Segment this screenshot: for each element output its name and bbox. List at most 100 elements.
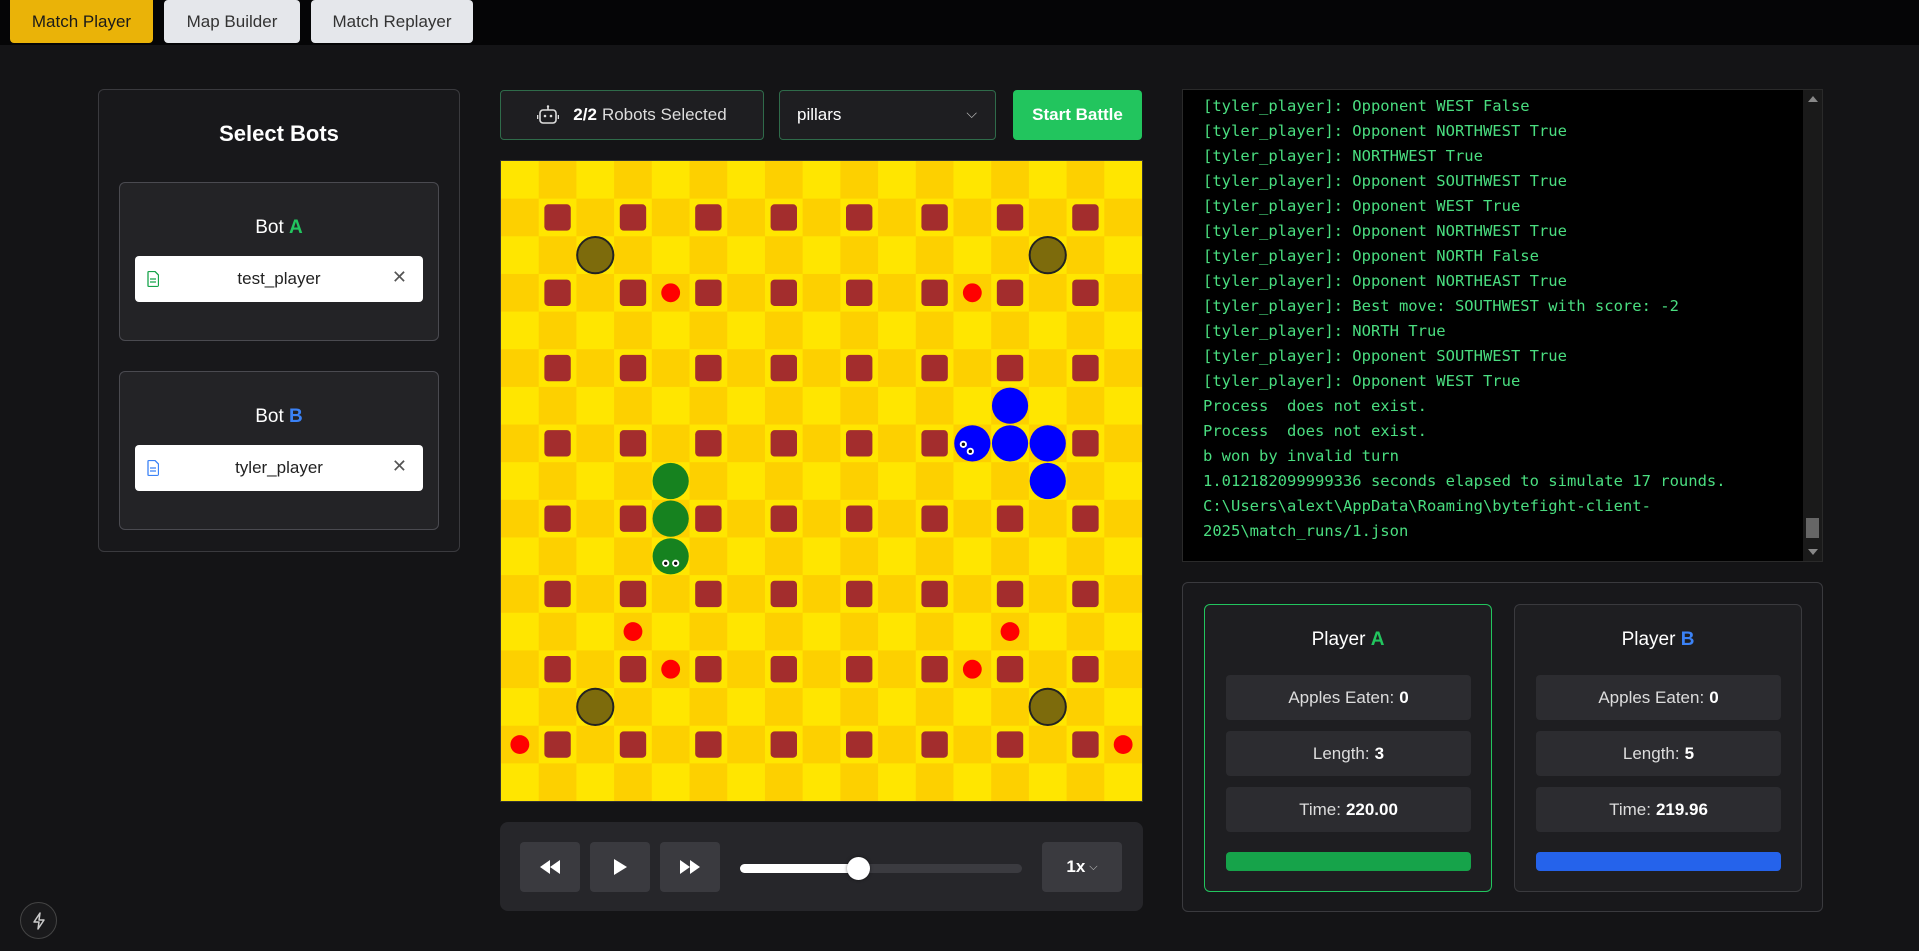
tab-match-replayer[interactable]: Match Replayer xyxy=(311,0,473,43)
board-tile xyxy=(614,236,653,275)
wall-block xyxy=(695,731,722,758)
close-icon[interactable]: ✕ xyxy=(392,267,407,288)
scrollbar-thumb[interactable] xyxy=(1806,518,1819,538)
board-tile xyxy=(953,311,992,350)
robots-count: 2/2 xyxy=(573,105,597,124)
board-tile xyxy=(727,499,766,538)
wall-block xyxy=(695,204,722,231)
play-button[interactable] xyxy=(590,842,650,892)
apple xyxy=(1113,735,1133,754)
board-tile xyxy=(840,537,879,576)
board-tile xyxy=(915,537,954,576)
slider-thumb[interactable] xyxy=(847,857,871,880)
slider-fill xyxy=(740,864,859,873)
console-line: C:\Users\alext\AppData\Roaming\bytefight… xyxy=(1203,497,1651,540)
speed-select[interactable]: 1x ⌵ xyxy=(1042,842,1122,892)
board-tile xyxy=(878,311,917,350)
board-tile xyxy=(501,763,540,801)
board-tile xyxy=(727,349,766,388)
bot-a-file-chip[interactable]: test_player ✕ xyxy=(135,256,423,302)
player-b-time-bar xyxy=(1536,852,1781,871)
board-tile xyxy=(501,273,540,313)
board-tile xyxy=(915,612,954,651)
board-tile xyxy=(878,575,917,614)
board-tile xyxy=(878,612,917,651)
rewind-button[interactable] xyxy=(520,842,580,892)
bot-b-file-chip[interactable]: tyler_player ✕ xyxy=(135,445,423,491)
board-tile xyxy=(727,688,766,727)
wall-block xyxy=(996,656,1024,683)
board-tile xyxy=(1066,161,1105,200)
start-battle-button[interactable]: Start Battle xyxy=(1013,90,1142,140)
chevron-down-icon: ⌵ xyxy=(1089,860,1098,873)
board-tile xyxy=(764,763,804,801)
board-tile xyxy=(764,462,804,501)
board-tile xyxy=(538,161,577,200)
tab-match-player[interactable]: Match Player xyxy=(10,0,153,43)
board-tile xyxy=(576,161,615,200)
board-tile xyxy=(501,424,540,463)
board-tile xyxy=(953,198,992,237)
board-tile xyxy=(501,537,540,576)
player-b-title: Player B xyxy=(1621,629,1695,650)
board-tile xyxy=(576,575,615,614)
board-tile xyxy=(614,537,653,576)
board-tile xyxy=(501,161,540,200)
scroll-up-icon[interactable] xyxy=(1808,96,1818,102)
playback-bar: 1x ⌵ xyxy=(500,822,1143,911)
board-tile xyxy=(878,424,917,463)
board-tile xyxy=(727,236,766,275)
playback-slider[interactable] xyxy=(740,857,1022,880)
board-tile xyxy=(576,273,615,313)
map-select[interactable]: pillars ⌵ xyxy=(779,90,996,140)
wall-block xyxy=(921,731,948,758)
board-tile xyxy=(878,198,917,237)
player-a-card: Player A Apples Eaten: 0 Length: 3 Time: 22… xyxy=(1204,604,1492,892)
wall-block xyxy=(846,731,873,758)
wall-block xyxy=(770,430,797,457)
board-tile xyxy=(878,236,917,275)
wall-block xyxy=(996,354,1024,382)
close-icon[interactable]: ✕ xyxy=(392,456,407,477)
board-tile xyxy=(538,688,577,727)
board-tile xyxy=(727,537,766,576)
rewind-icon xyxy=(540,860,560,874)
board-tile xyxy=(538,612,577,651)
robots-selected-button[interactable]: 2/2 Robots Selected xyxy=(500,90,764,140)
board-tile xyxy=(1104,311,1142,350)
snake-b-pupil xyxy=(968,449,973,454)
console-line: [tyler_player]: Opponent NORTHEAST True xyxy=(1203,272,1567,290)
wall-block xyxy=(921,204,948,231)
file-icon xyxy=(147,271,159,287)
board-tile xyxy=(727,612,766,651)
tab-map-builder[interactable]: Map Builder xyxy=(164,0,300,43)
wall-block xyxy=(619,656,647,683)
fast-forward-button[interactable] xyxy=(660,842,720,892)
board-tile xyxy=(1028,650,1068,689)
board-tile xyxy=(651,688,691,727)
wall-block xyxy=(619,505,647,532)
bolt-button[interactable] xyxy=(20,902,57,939)
wall-block xyxy=(846,354,873,382)
portal xyxy=(1028,236,1067,275)
console-scrollbar[interactable] xyxy=(1803,90,1822,561)
board-tile xyxy=(1066,462,1105,501)
board-tile xyxy=(1028,273,1068,313)
wall-block xyxy=(846,656,873,683)
wall-block xyxy=(921,430,948,457)
wall-block xyxy=(1072,430,1099,457)
board-tile xyxy=(878,650,917,689)
wall-block xyxy=(921,354,948,382)
board-tile xyxy=(802,688,841,727)
board-tile xyxy=(802,763,841,801)
board-tile xyxy=(878,161,917,200)
snake-b-body xyxy=(991,425,1029,462)
console-output[interactable]: [tyler_player]: Opponent WEST False [tyle… xyxy=(1182,89,1823,562)
wall-block xyxy=(695,505,722,532)
scroll-down-icon[interactable] xyxy=(1808,549,1818,555)
wall-block xyxy=(846,204,873,231)
wall-block xyxy=(770,279,797,306)
console-line: [tyler_player]: Opponent WEST True xyxy=(1203,372,1521,390)
apple xyxy=(661,283,681,303)
board-tile xyxy=(576,311,615,350)
